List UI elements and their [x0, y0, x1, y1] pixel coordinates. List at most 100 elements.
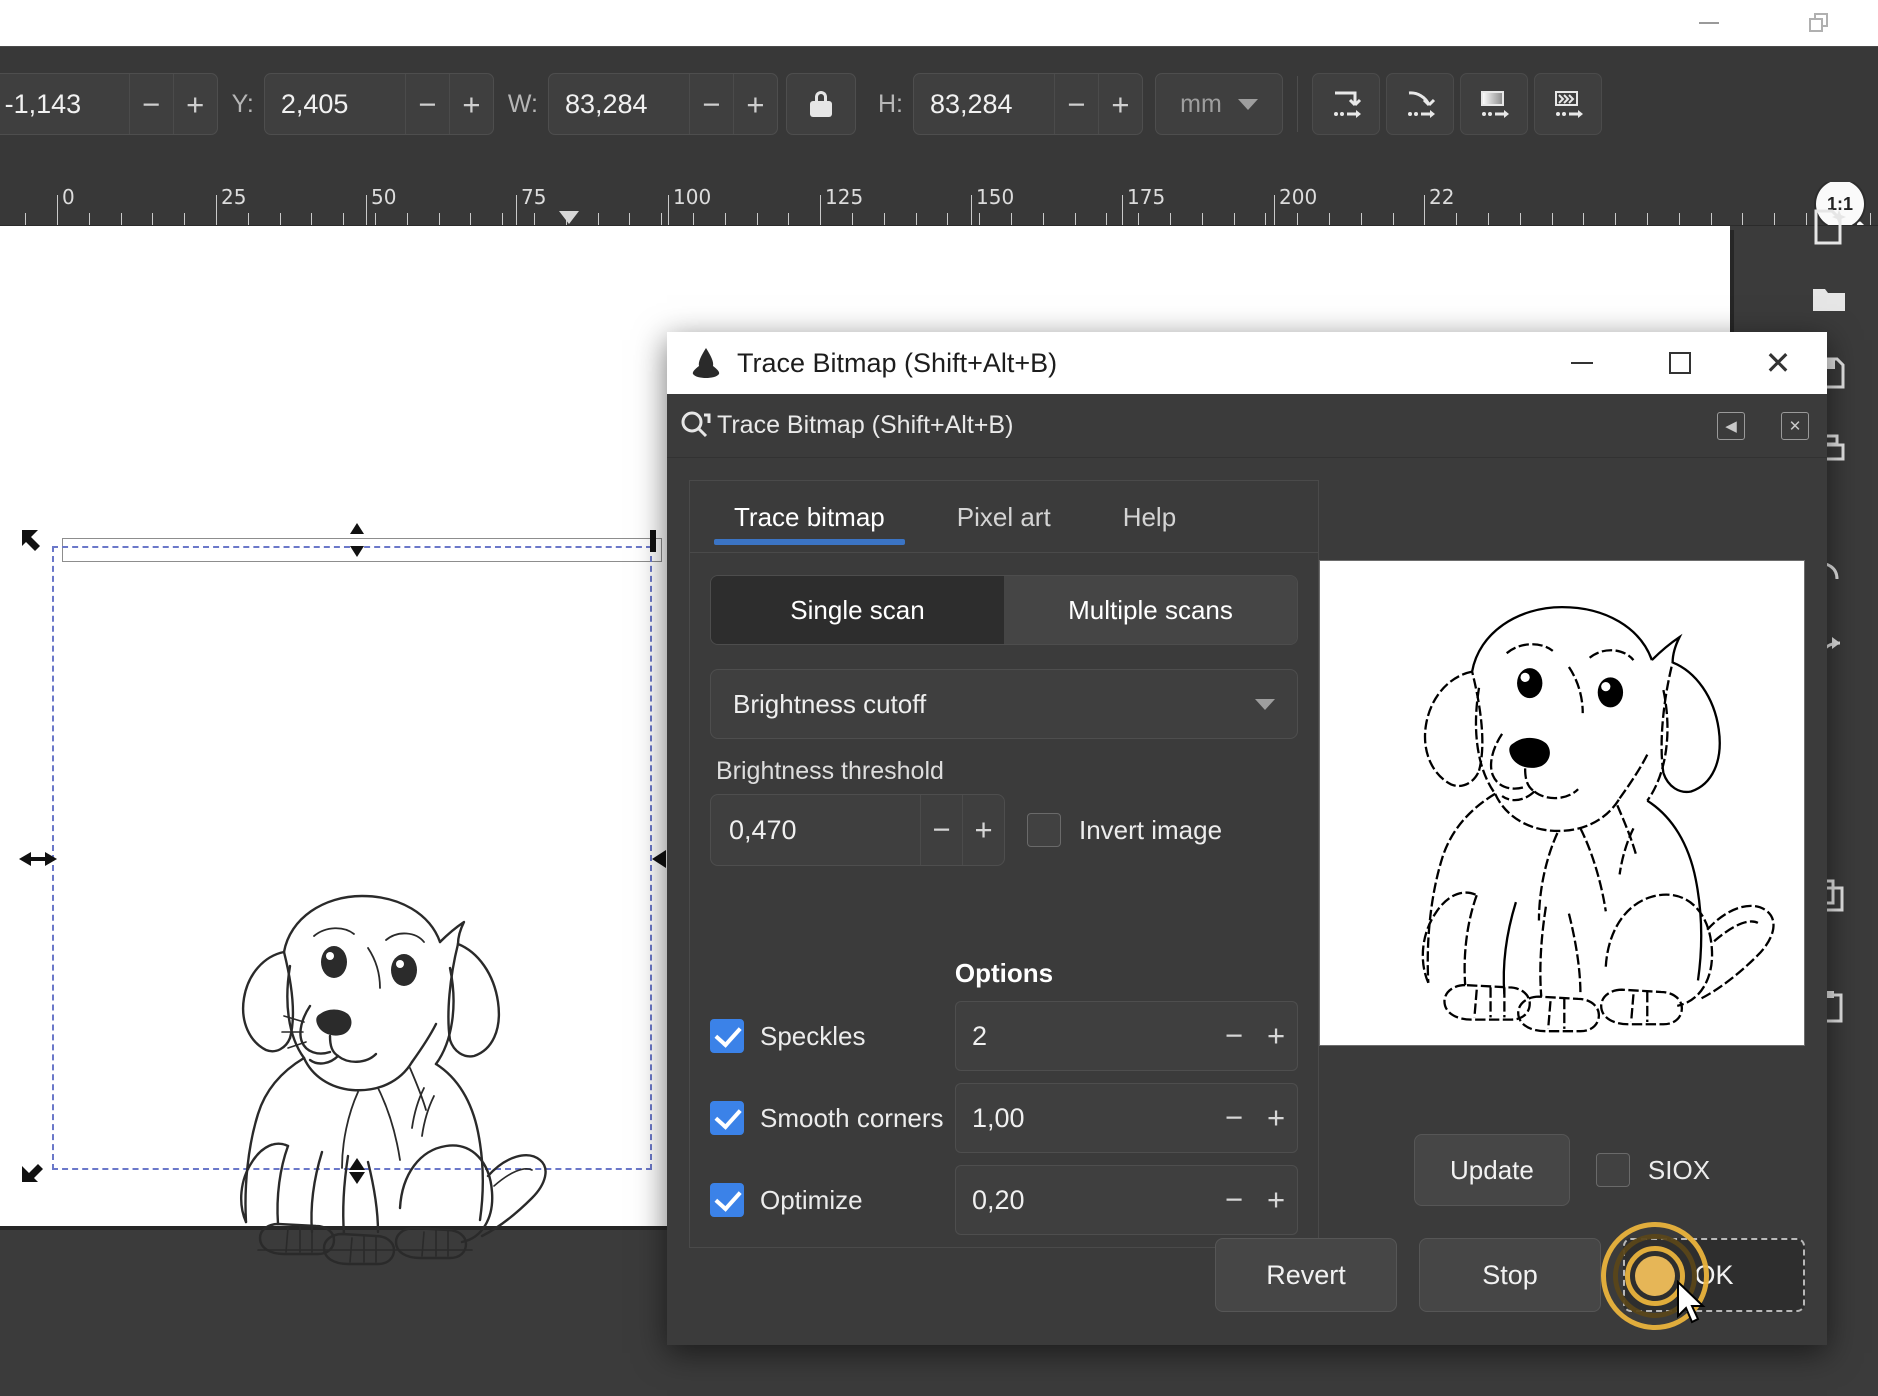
tab-help[interactable]: Help	[1097, 481, 1202, 553]
speckles-toggle[interactable]: Speckles	[710, 1019, 955, 1053]
dialog-title: Trace Bitmap (Shift+Alt+B)	[737, 347, 1058, 378]
unit-value: mm	[1180, 89, 1222, 118]
ruler-label: 50	[371, 185, 397, 209]
lock-aspect-ratio-button[interactable]	[785, 73, 856, 135]
ruler-label: 22	[1429, 185, 1455, 209]
tab-pixel-art[interactable]: Pixel art	[931, 481, 1077, 553]
brightness-decrement-button[interactable]: −	[920, 795, 962, 865]
open-document-button[interactable]	[1800, 270, 1858, 328]
ruler-label: 125	[825, 185, 864, 209]
invert-image-checkbox[interactable]	[1027, 813, 1061, 847]
smooth-corners-toggle[interactable]: Smooth corners	[710, 1101, 955, 1135]
ok-button[interactable]: OK	[1601, 1222, 1805, 1330]
speckles-decrement-button[interactable]: −	[1213, 1002, 1255, 1070]
affect-gradients-toggle[interactable]	[1459, 73, 1528, 135]
smooth-corners-increment-button[interactable]: +	[1255, 1084, 1297, 1152]
width-value[interactable]: 83,284	[549, 74, 689, 134]
height-value[interactable]: 83,284	[914, 74, 1054, 134]
stop-button[interactable]: Stop	[1419, 1238, 1601, 1312]
smooth-corners-decrement-button[interactable]: −	[1213, 1084, 1255, 1152]
minimize-icon	[1699, 22, 1719, 24]
affect-patterns-icon	[1554, 91, 1583, 118]
y-label: Y:	[231, 89, 254, 118]
dialog-minimize-button[interactable]	[1533, 332, 1631, 394]
trace-preview	[1319, 560, 1805, 1046]
dialog-maximize-button[interactable]	[1631, 332, 1729, 394]
x-increment-button[interactable]: +	[172, 74, 217, 134]
detection-mode-value: Brightness cutoff	[733, 688, 927, 719]
ruler-tick	[852, 213, 853, 225]
ruler-tick	[1234, 213, 1235, 225]
dock-collapse-button[interactable]: ◀	[1717, 411, 1745, 440]
speckles-increment-button[interactable]: +	[1255, 1002, 1297, 1070]
single-scan-button[interactable]: Single scan	[711, 576, 1004, 644]
y-increment-button[interactable]: +	[448, 74, 493, 134]
smooth-corners-spinbox[interactable]: 1,00 − +	[955, 1083, 1298, 1153]
dialog-close-button[interactable]: ✕	[1729, 332, 1827, 394]
affect-stroke-width-toggle[interactable]	[1311, 73, 1380, 135]
brightness-increment-button[interactable]: +	[962, 795, 1004, 865]
selection-handle-top-center[interactable]	[342, 522, 368, 557]
lock-icon	[809, 91, 832, 117]
x-spinbox[interactable]: -1,143 − +	[0, 73, 218, 135]
ruler-tick	[1456, 213, 1457, 225]
ruler-tick	[280, 213, 281, 225]
width-decrement-button[interactable]: −	[688, 74, 733, 134]
selection-handle-bottom-left[interactable]	[18, 1156, 44, 1182]
dialog-tabs: Trace bitmap Pixel art Help	[690, 481, 1318, 553]
ruler-position-marker	[559, 211, 579, 224]
height-decrement-button[interactable]: −	[1053, 74, 1098, 134]
window-title-strip	[0, 0, 1878, 46]
ruler-tick	[1679, 213, 1680, 225]
y-value[interactable]: 2,405	[265, 74, 405, 134]
speckles-spinbox[interactable]: 2 − +	[955, 1001, 1298, 1071]
siox-row[interactable]: SIOX	[1595, 1153, 1710, 1187]
ruler-tick	[1297, 213, 1298, 225]
horizontal-ruler[interactable]: 0 25 50 75 100 125 150 175 200 22 1:1	[0, 182, 1878, 226]
y-spinbox[interactable]: 2,405 − +	[263, 73, 494, 135]
dog-line-art[interactable]	[172, 856, 552, 1276]
invert-image-row[interactable]: Invert image	[1027, 813, 1222, 847]
siox-checkbox[interactable]	[1595, 1153, 1630, 1187]
speckles-checkbox[interactable]	[710, 1019, 744, 1053]
selection-handle-top-left[interactable]	[18, 526, 44, 552]
width-spinbox[interactable]: 83,284 − +	[547, 73, 778, 135]
window-restore-button[interactable]	[1788, 0, 1850, 46]
x-value[interactable]: -1,143	[0, 74, 129, 134]
dock-close-button[interactable]: ✕	[1781, 411, 1809, 440]
speckles-value[interactable]: 2	[956, 1002, 1213, 1070]
ruler-tick	[1265, 213, 1266, 225]
minimize-icon	[1571, 362, 1593, 364]
new-document-button[interactable]	[1800, 198, 1858, 256]
window-minimize-button[interactable]	[1678, 0, 1740, 46]
tabs-divider	[690, 552, 1318, 553]
ruler-tick	[89, 213, 90, 225]
brightness-threshold-value[interactable]: 0,470	[711, 795, 920, 865]
x-decrement-button[interactable]: −	[128, 74, 173, 134]
height-increment-button[interactable]: +	[1097, 74, 1142, 134]
ruler-tick	[439, 213, 440, 225]
ruler-tick	[1043, 213, 1044, 225]
brightness-threshold-spinbox[interactable]: 0,470 − +	[710, 794, 1005, 866]
ruler-tick	[979, 213, 980, 225]
height-spinbox[interactable]: 83,284 − +	[912, 73, 1143, 135]
detection-mode-select[interactable]: Brightness cutoff	[710, 669, 1298, 739]
ruler-tick	[534, 213, 535, 225]
update-button[interactable]: Update	[1413, 1134, 1570, 1206]
selection-toolbar: X: -1,143 − + Y: 2,405 − + W: 83,284	[0, 46, 1878, 182]
dialog-body: Trace bitmap Pixel art Help Single scan …	[667, 458, 1827, 1248]
tab-trace-bitmap[interactable]: Trace bitmap	[708, 481, 911, 553]
affect-rounded-corners-toggle[interactable]	[1385, 73, 1454, 135]
smooth-corners-value[interactable]: 1,00	[956, 1084, 1213, 1152]
ruler-major-tick	[216, 195, 217, 225]
multiple-scans-button[interactable]: Multiple scans	[1004, 576, 1297, 644]
selection-handle-middle-left[interactable]	[18, 844, 57, 870]
ruler-tick	[184, 213, 185, 225]
width-increment-button[interactable]: +	[732, 74, 777, 134]
dialog-titlebar[interactable]: Trace Bitmap (Shift+Alt+B) ✕	[667, 332, 1827, 394]
y-decrement-button[interactable]: −	[404, 74, 449, 134]
smooth-corners-checkbox[interactable]	[710, 1101, 744, 1135]
revert-button[interactable]: Revert	[1215, 1238, 1397, 1312]
unit-select[interactable]: mm	[1154, 73, 1283, 135]
affect-patterns-toggle[interactable]	[1533, 73, 1602, 135]
